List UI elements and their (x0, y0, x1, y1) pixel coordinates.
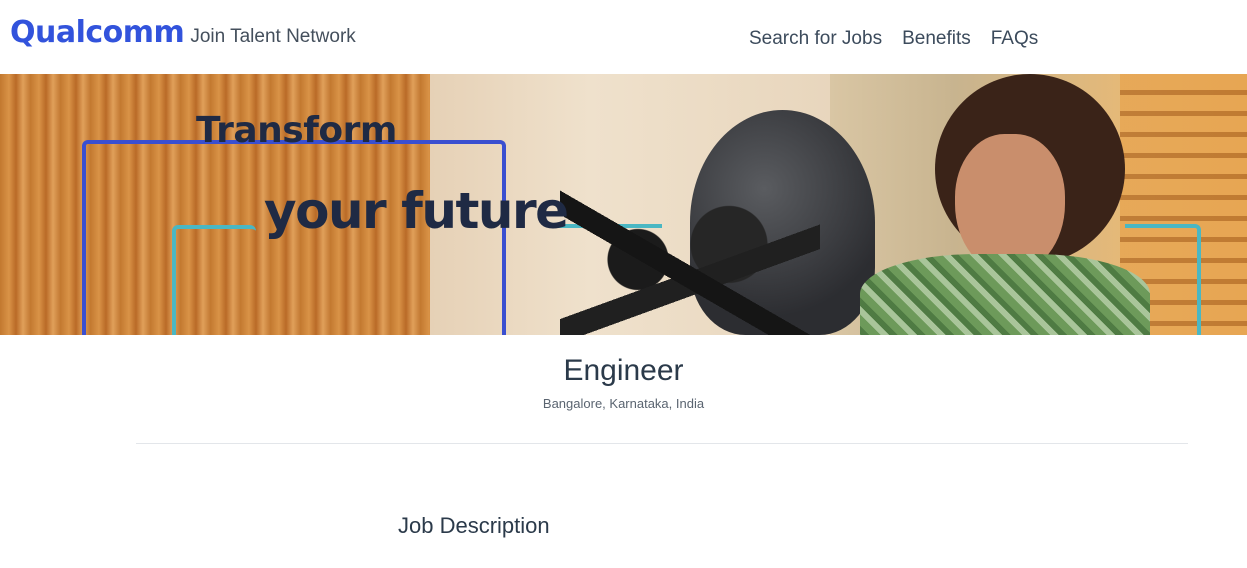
hero-teal-frame (172, 225, 256, 335)
hero-headline-line1: Transform (196, 110, 397, 151)
section-divider (136, 443, 1188, 444)
qualcomm-logo: Qualcomm (10, 15, 185, 50)
hero-headline-line2: your future (264, 182, 569, 240)
hero-banner: Transform your future (0, 74, 1247, 335)
qualcomm-logo-link[interactable]: Qualcomm Join Talent Network (10, 16, 356, 50)
nav-search-jobs[interactable]: Search for Jobs (749, 28, 882, 50)
nav-benefits[interactable]: Benefits (902, 28, 971, 50)
site-header: Qualcomm Join Talent Network Search for … (0, 0, 1247, 74)
job-title: Engineer (563, 354, 684, 387)
nav-faqs[interactable]: FAQs (991, 28, 1039, 50)
job-description-heading: Job Description (398, 513, 550, 538)
job-location: Bangalore, Karnataka, India (542, 396, 705, 411)
hero-camera-rig (560, 184, 820, 335)
logo-subtitle: Join Talent Network (190, 26, 356, 47)
hero-person-shirt (860, 254, 1150, 335)
main-nav: Search for Jobs Benefits FAQs (749, 28, 1038, 50)
hero-person-face (955, 134, 1065, 274)
